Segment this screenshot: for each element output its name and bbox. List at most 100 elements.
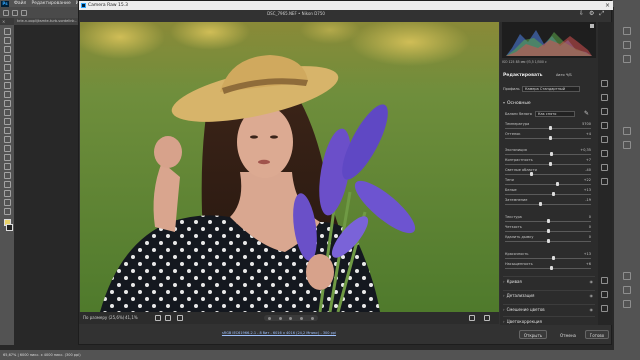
photo-preview[interactable]: [80, 22, 499, 312]
slider-row[interactable]: Тени +22: [505, 178, 593, 187]
slider-track[interactable]: [505, 268, 591, 269]
visibility-eye-icon[interactable]: ◉: [590, 277, 594, 286]
slider-thumb[interactable]: [547, 219, 550, 223]
slider-value[interactable]: -40: [585, 168, 591, 172]
marquee-tool-icon[interactable]: [3, 37, 11, 44]
slider-row[interactable]: Температура 5700: [505, 122, 593, 131]
slider-value[interactable]: 5700: [582, 122, 591, 126]
shape-tool-icon[interactable]: [3, 190, 11, 197]
hand-tool-icon[interactable]: [3, 199, 11, 206]
star-rating-icon[interactable]: [165, 315, 171, 321]
blur-tool-icon[interactable]: [3, 145, 11, 152]
settings-gear-icon[interactable]: ⚙: [589, 11, 594, 17]
zoom-icon[interactable]: [601, 277, 608, 284]
presets-icon[interactable]: [601, 164, 608, 171]
close-icon[interactable]: ×: [605, 1, 610, 10]
slider-value[interactable]: +13: [584, 252, 591, 256]
gradient-tool-icon[interactable]: [3, 136, 11, 143]
slider-row[interactable]: Красочность +13: [505, 252, 593, 261]
cancel-button[interactable]: Отмена: [557, 330, 579, 339]
slider-track[interactable]: [505, 154, 591, 155]
slider-value[interactable]: 0: [589, 215, 591, 219]
profile-dropdown[interactable]: Камера Стандартный: [522, 86, 580, 92]
slider-row[interactable]: Насыщенность +6: [505, 262, 593, 271]
masking-icon[interactable]: [601, 122, 608, 129]
move-tool-icon[interactable]: [12, 9, 18, 16]
brush-tool-icon[interactable]: [3, 100, 11, 107]
lasso-tool-icon[interactable]: [3, 46, 11, 53]
healing-brush-tool-icon[interactable]: [3, 91, 11, 98]
slider-thumb[interactable]: [552, 192, 556, 196]
properties-panel-icon[interactable]: [623, 127, 631, 135]
fullscreen-icon[interactable]: ⤢: [599, 11, 604, 17]
slider-value[interactable]: +22: [584, 178, 591, 182]
save-image-icon[interactable]: ⇩: [579, 11, 584, 17]
slider-row[interactable]: Затемнение -19: [505, 198, 593, 207]
slider-thumb[interactable]: [548, 162, 552, 166]
dodge-tool-icon[interactable]: [3, 154, 11, 161]
slider-value[interactable]: +0,35: [580, 148, 591, 152]
section-detail[interactable]: › Детализация ◉: [503, 290, 595, 299]
slider-thumb[interactable]: [548, 136, 552, 140]
visibility-eye-icon[interactable]: ◉: [590, 291, 594, 300]
section-color-grading[interactable]: › Цветокоррекция: [503, 316, 595, 325]
slider-value[interactable]: 0: [589, 225, 591, 229]
pen-tool-icon[interactable]: [3, 163, 11, 170]
document-tab[interactable]: krie-n-ooplijksmte-turb-vordelink..: [14, 18, 80, 25]
sampler-icon[interactable]: [601, 305, 608, 312]
history-brush-tool-icon[interactable]: [3, 118, 11, 125]
move-tool-icon[interactable]: [3, 28, 11, 35]
white-balance-dropdown[interactable]: Как снято: [535, 111, 575, 117]
slider-row[interactable]: Контрастность +7: [505, 158, 593, 167]
quick-select-tool-icon[interactable]: [3, 55, 11, 62]
before-after-icon[interactable]: [469, 315, 475, 321]
filmstrip-dot[interactable]: [289, 316, 293, 320]
type-tool-icon[interactable]: [3, 172, 11, 179]
crop-rotate-icon[interactable]: [601, 94, 608, 101]
slider-row[interactable]: Светлые области -40: [505, 168, 593, 177]
slider-thumb[interactable]: [547, 239, 550, 243]
zoom-percent[interactable]: 41,1%: [125, 312, 138, 324]
filmstrip-dot[interactable]: [300, 316, 304, 320]
slider-row[interactable]: Четкость 0: [505, 225, 593, 234]
adjustments-panel-icon[interactable]: [623, 141, 631, 149]
toggle-filmstrip-icon[interactable]: [484, 315, 490, 321]
more-options-icon[interactable]: [601, 178, 608, 185]
open-button[interactable]: Открыть: [519, 330, 547, 339]
slider-value[interactable]: +6: [586, 262, 591, 266]
white-balance-eyedropper-icon[interactable]: ✎: [584, 110, 589, 117]
zoom-tool-icon[interactable]: [3, 208, 11, 215]
home-icon[interactable]: [3, 9, 9, 16]
auto-select-icon[interactable]: [21, 9, 27, 16]
close-tab-icon[interactable]: ×: [2, 19, 5, 24]
filter-icon[interactable]: [177, 315, 183, 321]
zoom-fit-label[interactable]: По размеру (25,6%): [83, 312, 124, 324]
path-select-tool-icon[interactable]: [3, 181, 11, 188]
slider-track[interactable]: [505, 194, 591, 195]
slider-thumb[interactable]: [552, 256, 556, 260]
slider-value[interactable]: +4: [586, 132, 591, 136]
filmstrip-dot[interactable]: [267, 316, 271, 320]
clone-stamp-tool-icon[interactable]: [3, 109, 11, 116]
slider-value[interactable]: +7: [586, 158, 591, 162]
slider-row[interactable]: Оттенок +4: [505, 132, 593, 141]
edit-sliders-icon[interactable]: [601, 80, 608, 87]
section-color-mixer[interactable]: › Смешение цветов ◉: [503, 304, 595, 313]
healing-icon[interactable]: [601, 108, 608, 115]
slider-row[interactable]: Экспозиция +0,35: [505, 148, 593, 157]
swatches-panel-icon[interactable]: [623, 41, 631, 49]
slider-value[interactable]: +13: [584, 188, 591, 192]
filmstrip-navigator[interactable]: [264, 315, 318, 321]
layers-panel-icon[interactable]: [623, 272, 631, 280]
slider-value[interactable]: -19: [585, 198, 591, 202]
slider-track[interactable]: [505, 204, 591, 205]
slider-row[interactable]: Текстура 0: [505, 215, 593, 224]
filmstrip-dot[interactable]: [278, 316, 282, 320]
slider-value[interactable]: 0: [589, 235, 591, 239]
slider-row[interactable]: Удалить дымку 0: [505, 235, 593, 244]
snapshots-icon[interactable]: [601, 150, 608, 157]
frame-tool-icon[interactable]: [3, 73, 11, 80]
slider-track[interactable]: [505, 258, 591, 259]
menu-file[interactable]: Файл: [14, 1, 26, 6]
slider-thumb[interactable]: [538, 202, 542, 206]
